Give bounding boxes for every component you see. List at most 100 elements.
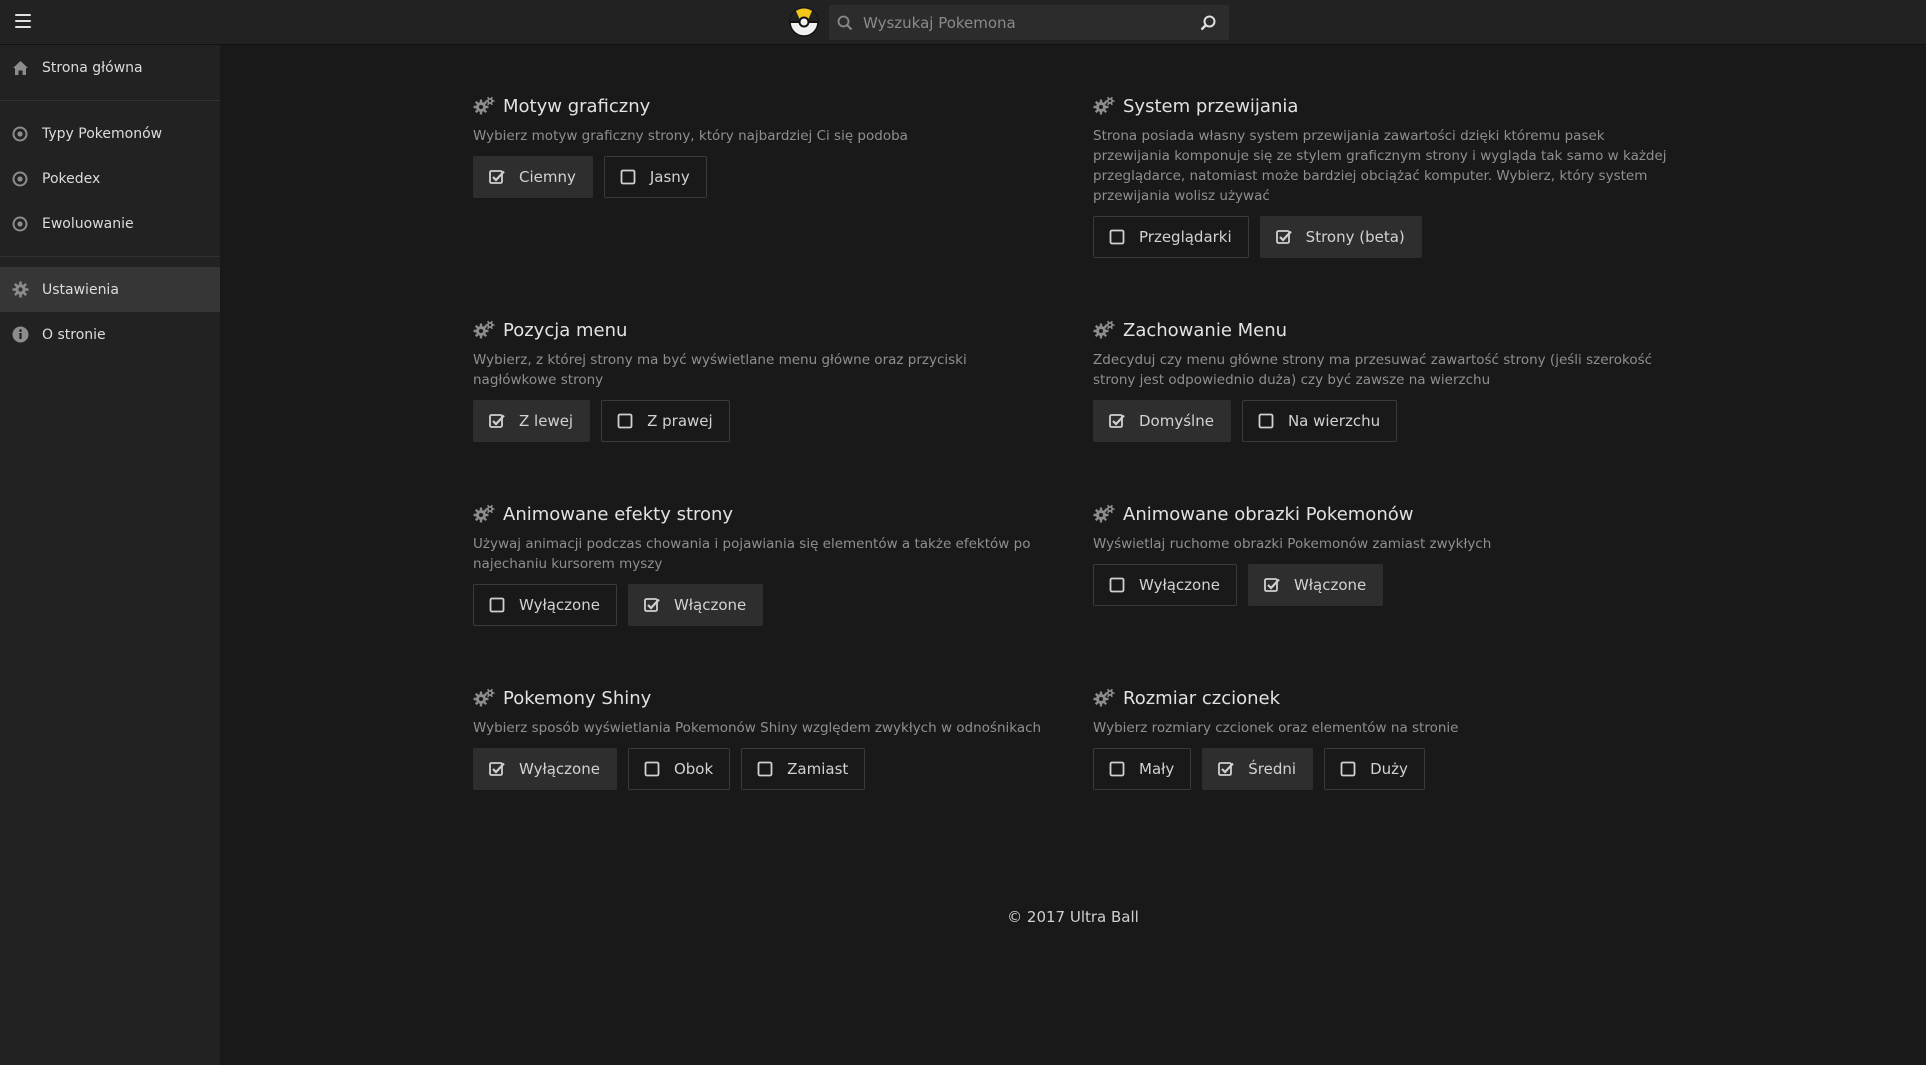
option-dark[interactable]: Ciemny (473, 156, 593, 198)
sidebar-item-home[interactable]: Strona główna (0, 45, 220, 90)
setting-description: Używaj animacji podczas chowania i pojaw… (473, 536, 1031, 572)
option-label: Przeglądarki (1139, 228, 1232, 246)
option-small[interactable]: Mały (1093, 748, 1192, 790)
option-medium[interactable]: Średni (1202, 748, 1314, 790)
hamburger-icon[interactable] (15, 14, 31, 28)
option-label: Z prawej (647, 412, 713, 430)
sidebar-item-about[interactable]: O stronie (0, 312, 220, 357)
sidebar-item-label: Typy Pokemonów (42, 125, 163, 142)
sidebar-item-evolution[interactable]: Ewoluowanie (0, 201, 220, 246)
option-label: Wyłączone (519, 760, 600, 778)
option-group: Z lewej Z prawej (473, 400, 1043, 442)
setting-description: Wybierz, z której strony ma być wyświetl… (473, 352, 967, 388)
option-label: Włączone (1293, 576, 1367, 594)
sidebar-divider (0, 256, 220, 257)
gears-icon (473, 320, 495, 339)
option-on-top[interactable]: Na wierzchu (1241, 400, 1398, 442)
option-group: Ciemny Jasny (473, 156, 1043, 198)
checkbox-icon (1340, 761, 1356, 777)
sidebar-item-pokedex[interactable]: Pokedex (0, 156, 220, 201)
gears-icon (1093, 688, 1115, 707)
checkbox-checked-icon (489, 414, 505, 428)
info-icon (11, 326, 29, 344)
setting-title-text: Pokemony Shiny (503, 687, 652, 709)
setting-title: Motyw graficzny (473, 94, 1043, 118)
gears-icon (473, 688, 495, 707)
footer-copyright: © 2017 Ultra Ball (1007, 908, 1139, 926)
checkbox-checked-icon (644, 598, 660, 612)
setting-title-text: Animowane efekty strony (503, 503, 734, 525)
option-label: Na wierzchu (1287, 412, 1381, 430)
target-icon (11, 125, 29, 143)
option-off[interactable]: Wyłączone (473, 584, 617, 626)
option-label: Zamiast (787, 760, 849, 778)
checkbox-checked-icon (1109, 414, 1125, 428)
setting-title: Zachowanie Menu (1093, 318, 1663, 342)
sidebar-item-label: Ewoluowanie (42, 215, 134, 232)
option-off[interactable]: Wyłączone (473, 748, 617, 790)
checkbox-icon (489, 597, 505, 613)
option-on[interactable]: Włączone (627, 584, 764, 626)
setting-description: Wyświetlaj ruchome obrazki Pokemonów zam… (1093, 536, 1492, 552)
option-label: Mały (1139, 760, 1175, 778)
search-input[interactable] (853, 5, 1199, 40)
option-right[interactable]: Z prawej (601, 400, 730, 442)
option-label: Włączone (673, 596, 747, 614)
option-label: Ciemny (519, 168, 576, 186)
option-label: Jasny (649, 168, 690, 186)
checkbox-icon (757, 761, 773, 777)
setting-shiny-pokemon: Pokemony Shiny Wybierz sposób wyświetlan… (473, 686, 1043, 790)
setting-description: Wybierz sposób wyświetlania Pokemonów Sh… (473, 720, 1042, 736)
target-icon (11, 170, 29, 188)
gears-icon (473, 504, 495, 523)
option-label: Obok (673, 760, 714, 778)
sidebar: Strona główna Typy Pokemonów Pokedex Ewo… (0, 45, 220, 1065)
option-instead[interactable]: Zamiast (741, 748, 866, 790)
setting-title: Animowane obrazki Pokemonów (1093, 502, 1663, 526)
option-group: Wyłączone Włączone (1093, 564, 1663, 606)
setting-menu-position: Pozycja menu Wybierz, z której strony ma… (473, 318, 1043, 442)
option-group: Przeglądarki Strony (beta) (1093, 216, 1663, 258)
option-light[interactable]: Jasny (603, 156, 707, 198)
gear-icon (11, 281, 29, 299)
checkbox-icon (617, 413, 633, 429)
gears-icon (1093, 320, 1115, 339)
option-label: Z lewej (519, 412, 574, 430)
option-label: Duży (1370, 760, 1408, 778)
option-label: Wyłączone (519, 596, 600, 614)
checkbox-checked-icon (489, 762, 505, 776)
setting-description: Strona posiada własny system przewijania… (1093, 128, 1667, 204)
sidebar-item-settings[interactable]: Ustawienia (0, 267, 220, 312)
option-on[interactable]: Włączone (1247, 564, 1384, 606)
setting-description: Zdecyduj czy menu główne strony ma przes… (1093, 352, 1653, 388)
gears-icon (1093, 504, 1115, 523)
setting-title: Pokemony Shiny (473, 686, 1043, 710)
setting-description: Wybierz motyw graficzny strony, który na… (473, 128, 908, 144)
option-browser[interactable]: Przeglądarki (1093, 216, 1249, 258)
setting-title: Rozmiar czcionek (1093, 686, 1663, 710)
option-off[interactable]: Wyłączone (1093, 564, 1237, 606)
option-default[interactable]: Domyślne (1093, 400, 1231, 442)
setting-title-text: Animowane obrazki Pokemonów (1123, 503, 1414, 525)
setting-menu-behavior: Zachowanie Menu Zdecyduj czy menu główne… (1093, 318, 1663, 442)
setting-description: Wybierz rozmiary czcionek oraz elementów… (1093, 720, 1459, 736)
option-left[interactable]: Z lewej (473, 400, 591, 442)
option-label: Średni (1248, 760, 1297, 778)
home-icon (11, 59, 29, 77)
sidebar-item-label: Pokedex (42, 170, 101, 187)
checkbox-checked-icon (1275, 230, 1292, 244)
option-label: Wyłączone (1139, 576, 1220, 594)
checkbox-checked-icon (1264, 578, 1280, 592)
option-beside[interactable]: Obok (627, 748, 731, 790)
setting-title-text: System przewijania (1123, 95, 1299, 117)
ultra-ball-logo[interactable] (789, 7, 819, 37)
checkbox-icon (1258, 413, 1274, 429)
option-large[interactable]: Duży (1324, 748, 1425, 790)
search-submit-icon[interactable] (1199, 14, 1217, 32)
sidebar-item-types[interactable]: Typy Pokemonów (0, 111, 220, 156)
checkbox-icon (1109, 577, 1125, 593)
option-site-beta[interactable]: Strony (beta) (1259, 216, 1422, 258)
sidebar-divider (0, 100, 220, 101)
setting-title-text: Rozmiar czcionek (1123, 687, 1281, 709)
search-bar (829, 5, 1229, 40)
